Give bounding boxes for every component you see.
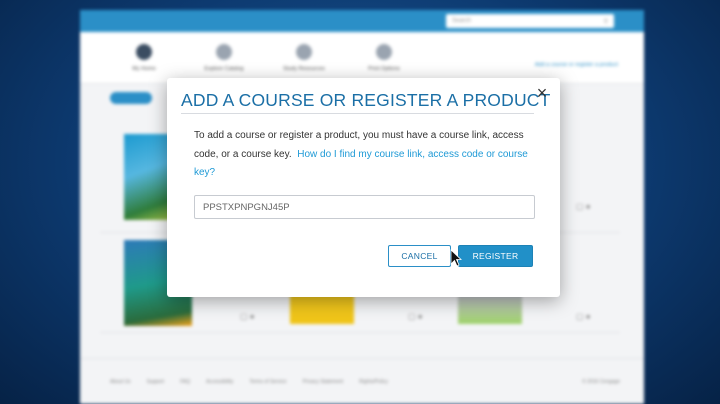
- search-placeholder: Search: [452, 18, 472, 24]
- home-icon: [136, 43, 152, 60]
- nav-item-label: My Home: [132, 65, 156, 72]
- nav-item-label: Study Resources: [283, 65, 325, 72]
- mouse-cursor-icon: [450, 249, 462, 267]
- main-nav: My Home Explore Catalog Study Resources …: [80, 32, 644, 84]
- nav-item-label: Explore Catalog: [204, 65, 244, 72]
- dialog-title: ADD A COURSE OR REGISTER A PRODUCT: [181, 90, 551, 110]
- add-course-link[interactable]: Add a course or register a product: [535, 62, 618, 68]
- catalog-icon: [216, 43, 232, 60]
- resources-icon: [296, 43, 312, 60]
- row-divider: [100, 332, 620, 333]
- register-button[interactable]: REGISTER: [458, 245, 533, 267]
- footer-link[interactable]: Rights/Policy: [359, 379, 388, 385]
- cancel-button[interactable]: CANCEL: [388, 245, 451, 267]
- footer-link[interactable]: Support: [147, 379, 165, 385]
- footer-copyright: © 2016 Cengage: [582, 379, 620, 385]
- top-bar: Search ⚲: [80, 10, 644, 32]
- footer-link[interactable]: FAQ: [180, 379, 190, 385]
- divider: [181, 113, 534, 114]
- footer-link[interactable]: Terms of Service: [249, 379, 286, 385]
- nav-item-label: Print Options: [368, 65, 400, 72]
- nav-item-home[interactable]: My Home: [104, 43, 184, 72]
- add-course-dialog: ADD A COURSE OR REGISTER A PRODUCT × To …: [167, 78, 560, 297]
- card-actions-icon[interactable]: ▢ ●: [240, 312, 255, 321]
- print-icon: [376, 43, 392, 60]
- nav-item-resources[interactable]: Study Resources: [264, 43, 344, 72]
- search-icon[interactable]: ⚲: [604, 18, 608, 25]
- footer-link[interactable]: Accessibility: [206, 379, 233, 385]
- close-icon[interactable]: ×: [534, 84, 550, 102]
- access-code-input[interactable]: [194, 195, 535, 219]
- card-actions-icon[interactable]: ▢ ●: [576, 202, 591, 211]
- nav-item-print[interactable]: Print Options: [344, 43, 424, 72]
- card-actions-icon[interactable]: ▢ ●: [408, 312, 423, 321]
- dialog-instructions: To add a course or register a product, y…: [194, 127, 539, 183]
- footer-link[interactable]: Privacy Statement: [303, 379, 344, 385]
- nav-item-catalog[interactable]: Explore Catalog: [184, 43, 264, 72]
- search-box[interactable]: Search ⚲: [446, 14, 614, 28]
- filter-pill[interactable]: [110, 92, 152, 104]
- footer-link[interactable]: About Us: [110, 379, 131, 385]
- footer: About Us Support FAQ Accessibility Terms…: [80, 358, 644, 404]
- card-actions-icon[interactable]: ▢ ●: [576, 312, 591, 321]
